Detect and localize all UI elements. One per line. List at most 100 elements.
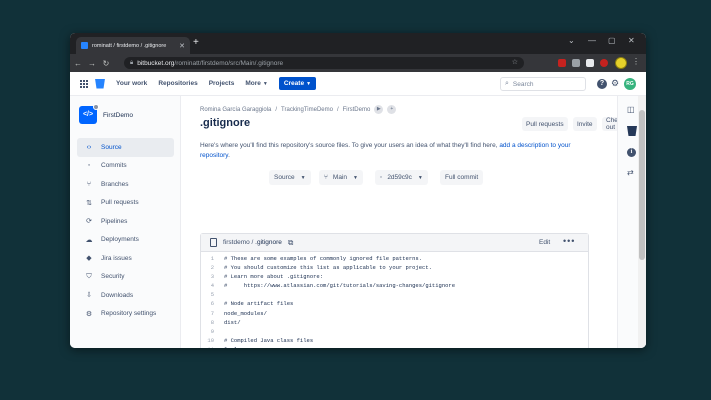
nav-repositories[interactable]: Repositories: [158, 80, 197, 87]
file-path-repo[interactable]: firstdemo: [223, 239, 250, 246]
sidebar-item-source[interactable]: ‹› Source: [77, 138, 174, 157]
sidebar-item-label: Source: [101, 143, 122, 151]
tab-search-icon[interactable]: ⌄: [568, 36, 575, 46]
line-number[interactable]: 3: [201, 272, 224, 281]
bookmark-star-icon[interactable]: ☆: [512, 58, 518, 66]
back-icon[interactable]: ←: [72, 59, 84, 68]
extension-red-icon[interactable]: [558, 59, 566, 67]
help-icon[interactable]: ?: [597, 79, 607, 89]
line-number[interactable]: 8: [201, 318, 224, 327]
sidebar-item-security[interactable]: ⛉ Security: [77, 268, 174, 287]
sidebar-item-branches[interactable]: ⑂ Branches: [77, 175, 174, 194]
page-scrollbar[interactable]: [638, 96, 646, 348]
bitbucket-top-nav: Your work Repositories Projects More ▼ Cr…: [70, 72, 646, 96]
app-switcher-icon[interactable]: [80, 79, 88, 88]
source-dropdown[interactable]: Source ▼: [269, 170, 311, 185]
repo-header[interactable]: </> FirstDemo: [79, 104, 133, 124]
lock-icon[interactable]: 🔒︎: [130, 60, 133, 67]
line-number[interactable]: 7: [201, 309, 224, 318]
nav-your-work[interactable]: Your work: [116, 80, 147, 87]
branch-dropdown[interactable]: ⑂ Main ▼: [319, 170, 363, 185]
sidebar-item-commits[interactable]: ◦ Commits: [77, 157, 174, 176]
url-input[interactable]: 🔒︎ bitbucket.org/rominatt/firstdemo/src/…: [124, 57, 524, 69]
sidebar-item-pipelines[interactable]: ⟳ Pipelines: [77, 212, 174, 231]
line-number[interactable]: 10: [201, 336, 224, 345]
line-number[interactable]: 9: [201, 327, 224, 336]
chevron-down-icon: ▼: [417, 174, 423, 181]
line-number[interactable]: 6: [201, 299, 224, 308]
breadcrumb-owner[interactable]: Romina García Garaggiola: [200, 107, 271, 113]
branch-dropdown-label: Main: [332, 174, 347, 181]
code-line: 3 # Learn more about .gitignore:: [201, 272, 588, 281]
breadcrumb-project[interactable]: TrackingTimeDemo: [281, 107, 333, 113]
minimize-button[interactable]: —: [588, 36, 596, 46]
watch-icon[interactable]: ▶: [374, 105, 384, 114]
close-window-button[interactable]: ✕: [628, 36, 635, 46]
line-text: # These are some examples of commonly ig…: [224, 255, 423, 262]
nav-more[interactable]: More ▼: [245, 80, 267, 87]
user-avatar[interactable]: RG: [624, 78, 636, 90]
maximize-button[interactable]: ▢: [608, 36, 616, 46]
line-number[interactable]: 5: [201, 290, 224, 299]
sidebar-item-deployments[interactable]: ☁ Deployments: [77, 231, 174, 250]
source-dropdown-label: Source: [274, 174, 295, 181]
jira-icon: ◆: [86, 255, 92, 263]
settings-gear-icon[interactable]: ⚙: [611, 78, 619, 89]
sidebar-item-jira-issues[interactable]: ◆ Jira issues: [77, 249, 174, 268]
breadcrumb-repo[interactable]: FirstDemo: [343, 107, 371, 113]
side-panel-icon[interactable]: [586, 59, 594, 67]
profile-avatar[interactable]: [615, 57, 627, 69]
line-text: node_modules/: [224, 309, 267, 317]
bitbucket-logo-icon[interactable]: [627, 126, 637, 136]
edit-button[interactable]: Edit: [539, 239, 550, 246]
browser-tab[interactable]: rominatt / firstdemo / .gitignore ✕: [76, 37, 190, 54]
nav-more-label: More: [245, 80, 261, 87]
breadcrumb: Romina García Garaggiola / TrackingTimeD…: [200, 105, 397, 114]
sidebar-toggle-icon[interactable]: ◫: [627, 105, 635, 114]
line-text: dist/: [224, 318, 241, 326]
browser-menu-icon[interactable]: ⋮: [632, 57, 640, 66]
full-commit-button[interactable]: Full commit: [440, 170, 484, 185]
code-line: 6 # Node artifact files: [201, 299, 588, 308]
close-tab-icon[interactable]: ✕: [179, 42, 185, 50]
line-number[interactable]: 2: [201, 263, 224, 272]
sidebar-item-label: Pull requests: [101, 199, 139, 207]
line-number[interactable]: 11: [201, 345, 224, 348]
repo-name: FirstDemo: [103, 111, 133, 119]
url-path: /rominatt/firstdemo/src/Main/.gitignore: [174, 59, 284, 67]
file-more-button[interactable]: •••: [563, 236, 575, 246]
forward-icon[interactable]: →: [86, 59, 98, 68]
breadcrumb-separator: /: [275, 106, 278, 113]
add-icon[interactable]: +: [387, 105, 397, 114]
bitbucket-logo-icon[interactable]: [95, 78, 105, 89]
copy-icon[interactable]: ⧉: [288, 238, 293, 248]
sync-icon[interactable]: ⇄: [627, 168, 634, 177]
address-bar: ← → ↻ 🔒︎ bitbucket.org/rominatt/firstdem…: [70, 54, 646, 72]
extensions-puzzle-icon[interactable]: [572, 59, 580, 67]
code-icon: ‹›: [86, 143, 92, 151]
nav-projects[interactable]: Projects: [209, 80, 235, 87]
code-line: 9: [201, 327, 588, 336]
reload-icon[interactable]: ↻: [100, 59, 112, 68]
info-icon[interactable]: i: [627, 148, 636, 157]
branch-icon: ⑂: [324, 174, 328, 181]
extension-icon[interactable]: [600, 59, 608, 67]
commit-dropdown[interactable]: ◦ 2d59c9c ▼: [375, 170, 428, 185]
new-tab-button[interactable]: +: [193, 38, 199, 48]
commit-icon: ◦: [87, 162, 91, 170]
breadcrumb-separator: /: [336, 106, 339, 113]
invite-button[interactable]: Invite: [573, 117, 597, 131]
sidebar-item-pull-requests[interactable]: ⇅ Pull requests: [77, 194, 174, 213]
line-number[interactable]: 1: [201, 254, 224, 263]
main-content: Romina García Garaggiola / TrackingTimeD…: [181, 96, 646, 348]
scrollbar-thumb[interactable]: [639, 110, 645, 260]
download-icon: ⇩: [86, 292, 92, 300]
create-label: Create: [283, 80, 305, 87]
pull-requests-button[interactable]: Pull requests: [522, 117, 568, 131]
line-number[interactable]: 4: [201, 281, 224, 290]
search-input[interactable]: ⌕ Search: [500, 77, 586, 91]
pipelines-icon: ⟳: [86, 218, 92, 226]
sidebar-item-repository-settings[interactable]: ⚙ Repository settings: [77, 305, 174, 324]
create-button[interactable]: Create ▼: [278, 77, 317, 90]
sidebar-item-downloads[interactable]: ⇩ Downloads: [77, 286, 174, 305]
